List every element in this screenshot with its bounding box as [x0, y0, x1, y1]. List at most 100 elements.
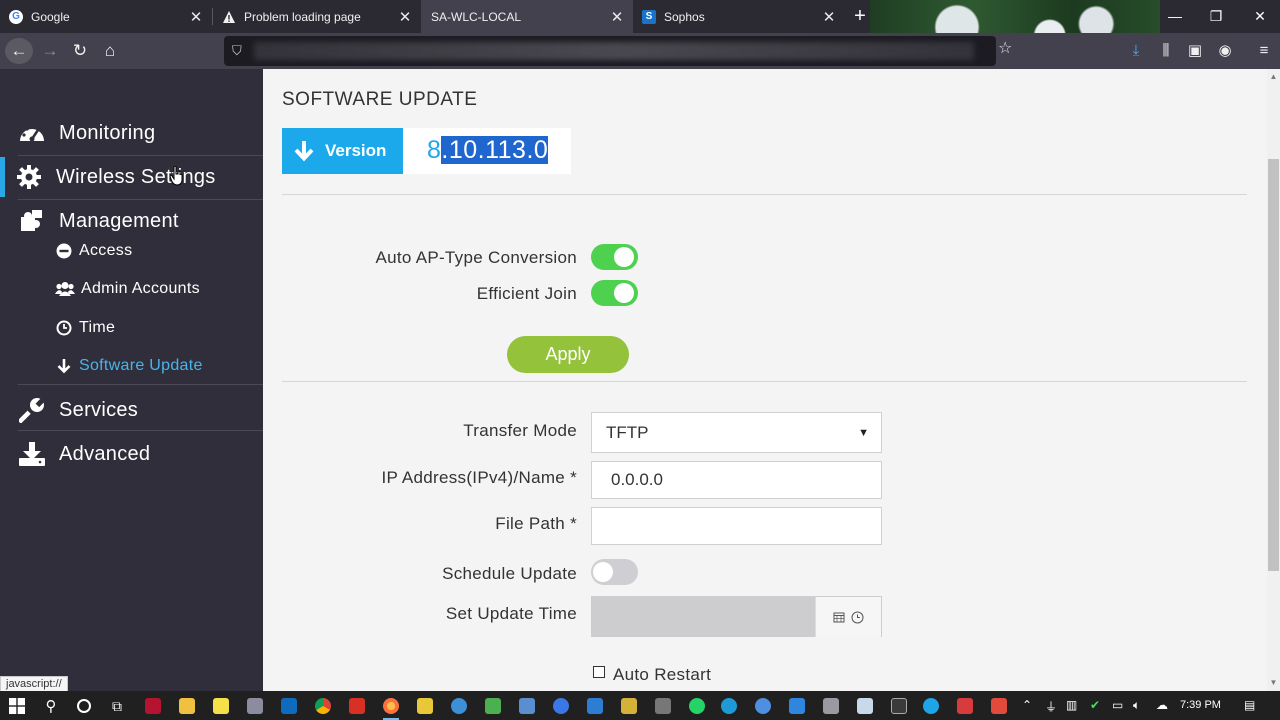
firefox-icon[interactable] [380, 695, 402, 720]
search-icon[interactable]: ⚲ [40, 695, 62, 717]
app-icon-yellow[interactable] [414, 695, 436, 717]
library-icon[interactable]: ⫼ [1154, 38, 1178, 64]
sidebar-item-monitoring[interactable]: Monitoring [0, 111, 263, 155]
new-tab-plus-icon[interactable]: + [850, 5, 870, 27]
task-view-icon[interactable]: ⧉ [106, 695, 128, 717]
app-icon-tools[interactable] [244, 695, 266, 717]
volume-icon[interactable]: 🔈︎ [1133, 698, 1140, 713]
ip-address-input[interactable]: 0.0.0.0 [591, 461, 882, 499]
close-icon[interactable]: ✕ [395, 8, 415, 26]
app-icon-green[interactable] [482, 695, 504, 717]
sidebar-subitem-admin-accounts[interactable]: Admin Accounts [55, 277, 200, 301]
schedule-update-toggle[interactable] [591, 559, 638, 585]
app-icon-shield[interactable] [954, 695, 976, 717]
close-icon[interactable]: ✕ [819, 8, 839, 26]
efficient-join-label: Efficient Join [476, 284, 577, 303]
app-icon-v[interactable] [142, 695, 164, 717]
tab-sophos[interactable]: S Sophos ✕ [633, 0, 845, 33]
tray-chevron-up-icon[interactable]: ⌃ [1022, 698, 1032, 712]
close-icon[interactable]: ✕ [186, 8, 206, 26]
app-icon-notes[interactable] [618, 695, 640, 717]
datetime-picker-addon[interactable] [815, 597, 881, 637]
bookmark-star-icon[interactable]: ☆ [998, 38, 1012, 58]
cortana-icon[interactable] [73, 695, 95, 717]
file-path-input[interactable] [591, 507, 882, 545]
app-icon-blue-circle[interactable] [550, 695, 572, 717]
account-icon[interactable]: ◉ [1213, 38, 1237, 64]
users-icon [55, 280, 75, 298]
efficient-join-toggle[interactable] [591, 280, 638, 306]
outlook-icon[interactable] [278, 695, 300, 717]
sidebar-item-wireless-settings[interactable]: Wireless Settings [0, 155, 263, 199]
tab-sa-wlc-local[interactable]: SA-WLC-LOCAL ✕ [421, 0, 633, 33]
sticky-notes-icon[interactable] [210, 695, 232, 717]
hamburger-menu-icon[interactable]: ≡ [1252, 38, 1276, 64]
reload-icon[interactable]: ↻ [66, 38, 94, 64]
scroll-up-icon[interactable]: ▲ [1267, 71, 1280, 83]
terminal-icon[interactable] [888, 695, 910, 717]
app-icon-globe[interactable] [448, 695, 470, 717]
app-icon-red[interactable] [346, 695, 368, 717]
edge-icon[interactable] [718, 695, 740, 717]
windows-start-icon[interactable] [6, 695, 28, 717]
url-bar[interactable]: ⛉ [224, 36, 996, 66]
wrench-icon [17, 397, 47, 423]
app-icon-chat[interactable] [752, 695, 774, 717]
restore-icon[interactable]: ❐ [1196, 0, 1236, 33]
sidebar-subitem-time[interactable]: Time [55, 316, 115, 340]
back-arrow-icon[interactable]: ← [5, 38, 33, 64]
ie-icon[interactable] [920, 695, 942, 717]
sidebar-subitem-access[interactable]: Access [55, 239, 132, 263]
download-icon[interactable]: ⤓ [1124, 38, 1148, 64]
app-icon-monitor[interactable] [584, 695, 606, 717]
tab-google[interactable]: G Google ✕ [0, 0, 212, 33]
app-icon-c[interactable] [988, 695, 1010, 717]
close-icon[interactable]: ✕ [607, 8, 627, 26]
app-icon-grey[interactable] [820, 695, 842, 717]
version-label: Version [325, 141, 387, 160]
scroll-down-icon[interactable]: ▼ [1267, 677, 1280, 689]
onedrive-cloud-icon[interactable]: ☁ [1156, 698, 1168, 712]
whatsapp-icon[interactable] [686, 695, 708, 717]
main-content: SOFTWARE UPDATE Version 8.10.113.0 Auto … [263, 69, 1267, 691]
transfer-mode-select[interactable]: TFTP ▼ [591, 412, 882, 453]
chrome-icon[interactable] [312, 695, 334, 717]
puzzle-icon [17, 208, 47, 234]
set-update-time-label: Set Update Time [445, 604, 577, 623]
calculator-icon[interactable] [652, 695, 674, 717]
forward-arrow-icon[interactable]: → [36, 38, 64, 64]
minimize-icon[interactable]: — [1155, 0, 1195, 33]
scrollbar-thumb[interactable] [1268, 159, 1279, 571]
arrow-down-icon [292, 139, 316, 163]
sidebar-item-label: Monitoring [59, 121, 156, 144]
app-icon-network[interactable] [516, 695, 538, 717]
window-close-icon[interactable]: ✕ [1240, 0, 1280, 33]
tab-title: SA-WLC-LOCAL [431, 9, 522, 24]
version-value-prefix: 8 [427, 136, 442, 164]
taskbar-clock[interactable]: 7:39 PM [1180, 699, 1221, 711]
auto-restart-checkbox[interactable] [593, 666, 605, 678]
file-explorer-icon[interactable] [176, 695, 198, 717]
version-value: 8.10.113.0 [427, 136, 549, 165]
tab-problem-loading[interactable]: Problem loading page ✕ [213, 0, 421, 33]
tray-check-icon[interactable]: ✔ [1090, 698, 1100, 712]
page-scrollbar[interactable]: ▲ ▼ [1267, 69, 1280, 691]
browser-tab-bar: G Google ✕ Problem loading page ✕ SA-WLC… [0, 0, 1280, 68]
notification-icon[interactable]: ▤ [1244, 698, 1255, 712]
home-icon[interactable]: ⌂ [96, 38, 124, 64]
file-path-label: File Path * [495, 514, 577, 533]
tray-app-icon[interactable]: ▥ [1066, 698, 1077, 712]
sidebar-item-services[interactable]: Services [0, 388, 263, 432]
sidebar-item-management[interactable]: Management [0, 199, 263, 243]
auto-ap-type-conversion-toggle[interactable] [591, 244, 638, 270]
battery-icon[interactable]: ▭ [1112, 698, 1123, 712]
tray-usb-icon[interactable]: ⏚ [1045, 698, 1057, 715]
section-divider [282, 194, 1247, 195]
sidebar-subitem-software-update[interactable]: Software Update [55, 354, 203, 378]
version-button[interactable]: Version [282, 128, 403, 174]
app-icon-cloud[interactable] [786, 695, 808, 717]
sidebar-item-advanced[interactable]: Advanced [0, 432, 263, 476]
app-icon-doc[interactable] [854, 695, 876, 717]
apply-button[interactable]: Apply [507, 336, 629, 373]
sidebar-icon[interactable]: ▣ [1183, 38, 1207, 64]
